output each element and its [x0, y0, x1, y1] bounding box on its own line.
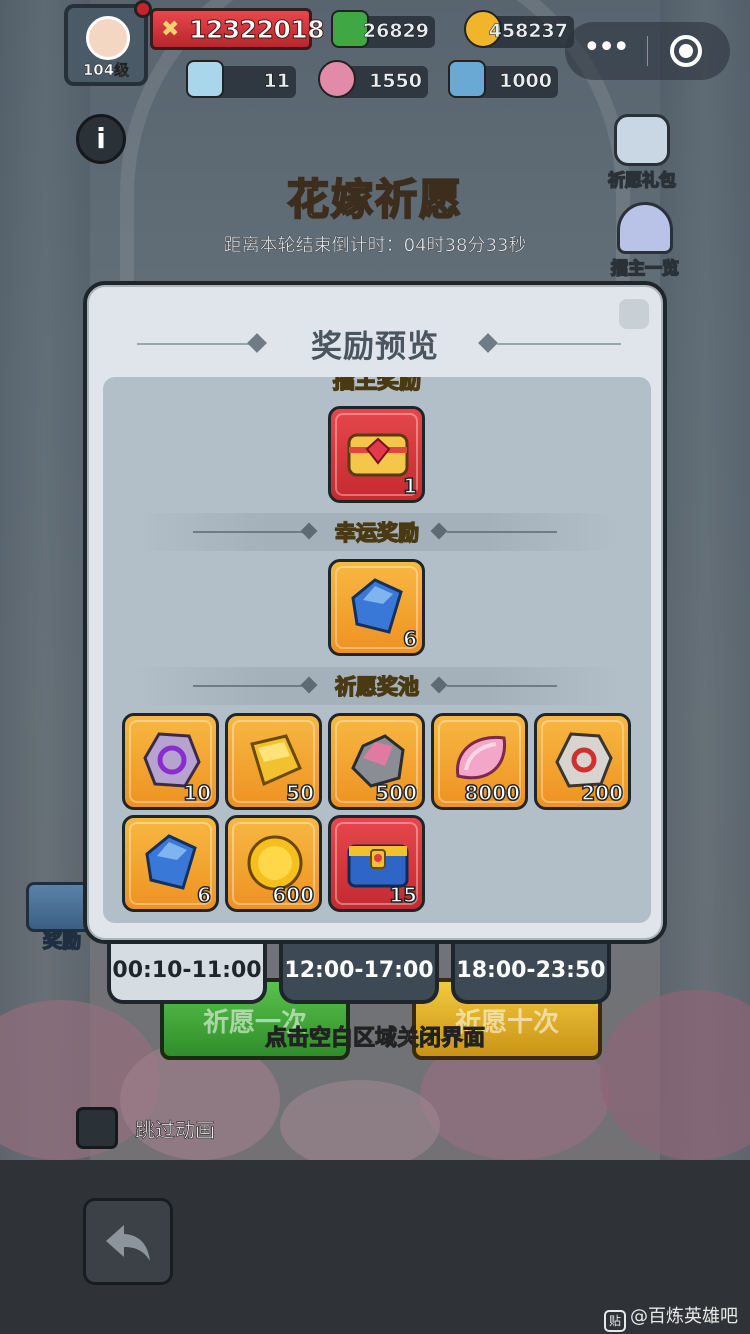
resource-crystal[interactable]: 11	[186, 60, 296, 98]
reward-item[interactable]: 200	[534, 713, 631, 810]
crossed-swords-icon: ✖	[161, 17, 180, 42]
watermark: 贴 @百炼英雄吧	[604, 1302, 738, 1332]
reward-item[interactable]: 500	[328, 713, 425, 810]
item-quantity: 1	[402, 473, 417, 499]
blue-gem-icon	[351, 578, 403, 634]
resource-green-gem[interactable]: 26829	[331, 10, 435, 48]
event-countdown: 距离本轮结束倒计时：04时38分33秒	[223, 235, 527, 256]
reward-item[interactable]: 15	[328, 815, 425, 912]
blue-crate-icon	[448, 60, 486, 98]
resource-value: 11	[263, 70, 290, 93]
resource-blue-crate[interactable]: 1000	[448, 60, 558, 98]
resource-value: 1000	[499, 70, 552, 93]
tab-time-2[interactable]: 12:00-17:00	[279, 936, 439, 1004]
reward-list-panel[interactable]: 擂主奖励 1 幸运奖励 6 祈愿奖池 10 50 500 8000 200 6 …	[103, 377, 651, 923]
reward-item[interactable]: 1	[328, 406, 425, 503]
reward-item[interactable]: 50	[225, 713, 322, 810]
resource-pink-petal[interactable]: 1550	[318, 60, 428, 98]
tab-label: 00:10-11:00	[112, 958, 262, 983]
event-title: 花嫁祈愿	[286, 174, 463, 225]
tab-time-3[interactable]: 18:00-23:50	[451, 936, 611, 1004]
bride-portrait-icon	[614, 114, 670, 166]
pink-petal-icon	[318, 60, 356, 98]
item-quantity: 500	[375, 780, 418, 806]
tieba-logo-icon: 贴	[604, 1310, 626, 1332]
combat-power-bar: ✖ 12322018	[150, 8, 325, 50]
item-quantity: 8000	[464, 780, 521, 806]
resource-value: 1550	[369, 70, 422, 93]
item-quantity: 15	[388, 882, 417, 908]
resource-value: 26829	[362, 20, 430, 43]
skip-animation-checkbox[interactable]	[76, 1107, 118, 1149]
reward-item[interactable]: 10	[122, 713, 219, 810]
tab-time-1[interactable]: 00:10-11:00	[107, 936, 267, 1004]
reward-item[interactable]: 600	[225, 815, 322, 912]
close-miniprogram-icon[interactable]	[670, 35, 702, 67]
skip-animation-label: 跳过动画	[135, 1118, 216, 1143]
close-hint: 点击空白区域关闭界面	[264, 1026, 485, 1052]
watermark-text: @百炼英雄吧	[630, 1306, 738, 1327]
hero-portrait-icon	[86, 16, 130, 60]
player-level: 104级	[82, 61, 130, 80]
item-quantity: 6	[402, 626, 417, 652]
tab-label: 12:00-17:00	[284, 958, 434, 983]
item-quantity: 200	[581, 780, 624, 806]
crystal-icon	[186, 60, 224, 98]
resource-value: 458237	[488, 20, 568, 43]
item-quantity: 50	[285, 780, 314, 806]
ruby-treasure-chest-icon	[347, 433, 409, 477]
item-quantity: 10	[182, 780, 211, 806]
item-quantity: 600	[272, 882, 315, 908]
miniprogram-capsule: •••	[565, 22, 730, 80]
player-avatar[interactable]: 104级	[64, 4, 148, 86]
host-list-label: 擂主一览	[610, 258, 680, 280]
reward-item[interactable]: 6	[328, 559, 425, 656]
blue-gem-icon	[145, 834, 197, 890]
tab-label: 18:00-23:50	[456, 958, 606, 983]
back-button[interactable]	[83, 1198, 173, 1285]
reward-item[interactable]: 6	[122, 815, 219, 912]
lucky-reward-heading: 幸运奖励	[334, 520, 420, 546]
reward-preview-modal: 奖励预览 擂主奖励 1 幸运奖励 6 祈愿奖池 10 50 500 8000 2…	[83, 281, 667, 944]
item-quantity: 6	[196, 882, 211, 908]
host-reward-heading: 擂主奖励	[332, 377, 422, 395]
more-menu-icon[interactable]: •••	[583, 30, 630, 65]
reward-item[interactable]: 8000	[431, 713, 528, 810]
info-icon[interactable]: i	[76, 114, 126, 164]
resource-gold-coin[interactable]: 458237	[464, 10, 574, 48]
back-arrow-icon	[106, 1225, 150, 1261]
combat-power-value: 12322018	[188, 15, 325, 45]
wish-pool-heading: 祈愿奖池	[334, 674, 420, 700]
